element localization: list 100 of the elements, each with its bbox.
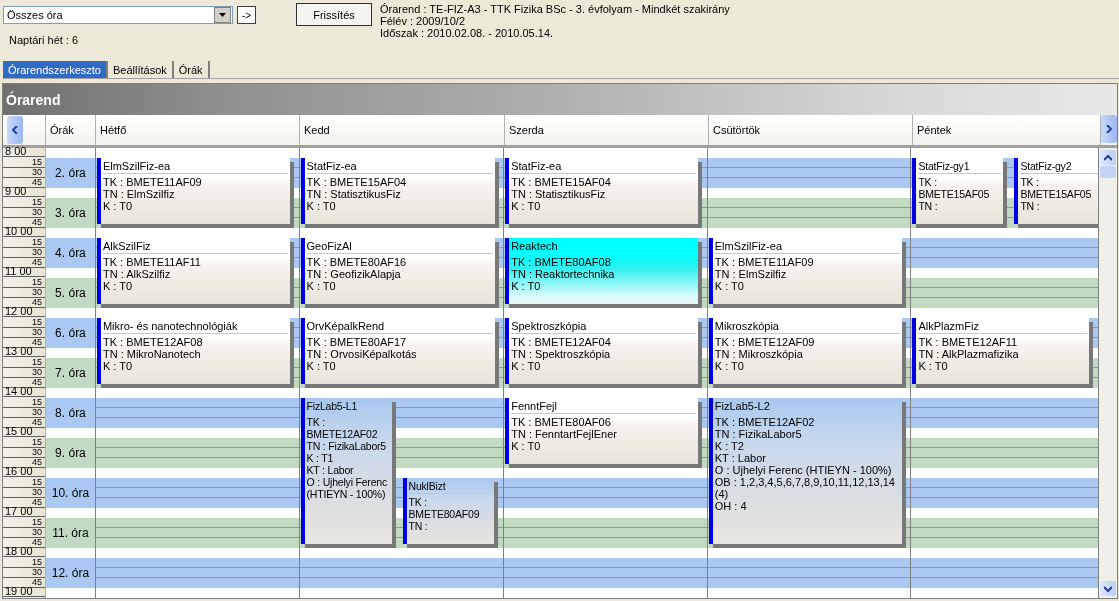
time-label: 30 (32, 528, 43, 537)
class-detail: TK : BMETE80AF06 (511, 416, 612, 428)
class-detail: K : T0 (511, 360, 542, 372)
class-detail: KT : Labor (714, 452, 767, 464)
class-detail: K : T0 (102, 200, 134, 212)
class-detail: TK : BMETE80AF16 (306, 256, 408, 268)
scrollbar-thumb[interactable] (1100, 166, 1117, 178)
time-label: 10 00 (3, 227, 45, 237)
time-label: 18 00 (3, 547, 45, 557)
class-detail: TK : BMETE11AF09 (714, 256, 815, 268)
tab[interactable]: Órarendszerkeszto (3, 61, 108, 78)
class-detail: OH : 4 (714, 500, 748, 512)
class-detail: TN : Spektroszkópia (511, 348, 612, 360)
time-label: 30 (32, 568, 43, 577)
period-cell: 3. óra (46, 198, 95, 228)
class-detail: TN : AlkPlazmafizika (918, 348, 1020, 360)
time-label: 15 (32, 238, 43, 247)
class-title: FenntFejl (511, 400, 697, 414)
time-label: 15 00 (3, 427, 45, 437)
time-label: 15 (32, 478, 43, 487)
time-label: 45 (32, 378, 43, 387)
class-detail: TN : ElmSzilfiz (102, 188, 176, 200)
time-label: 30 (32, 408, 43, 417)
class-detail: K : T1 (306, 452, 335, 464)
time-label: 15 (32, 358, 43, 367)
class-title: AlkPlazmFiz (918, 320, 1088, 334)
previous-button[interactable] (7, 116, 23, 144)
class-title: Mikro- és nanotechnológiák (102, 320, 288, 334)
chevron-up-icon (1104, 153, 1113, 162)
time-label: 15 (32, 158, 43, 167)
time-label: 30 (32, 368, 43, 377)
class-detail: TK : BMETE80AF09 (408, 496, 481, 520)
column-header: Órák (50, 124, 74, 136)
next-button[interactable] (1101, 115, 1117, 143)
class-detail: TK : BMETE11AF11 (102, 256, 202, 268)
class-detail: O : Ujhelyi Ferenc (HTIEYN - 100%) (306, 476, 388, 500)
time-label: 30 (32, 328, 43, 337)
class-detail: K : T0 (511, 200, 542, 212)
class-detail: K : T0 (102, 280, 134, 292)
class-detail: TK : BMETE12AF02 (714, 416, 816, 428)
class-detail: TK : BMETE12AF09 (714, 336, 816, 348)
class-title: NuklBizt (408, 480, 492, 494)
class-detail: K : T0 (714, 360, 745, 372)
chevron-down-icon (1104, 584, 1113, 593)
class-detail: TK : BMETE15AF04 (306, 176, 408, 188)
class-detail: TN : OrvosiKépalkotás (306, 348, 418, 360)
timetable-info: Időszak : 2010.02.08. - 2010.05.14. (380, 27, 555, 39)
class-title: ElmSzilFiz-ea (102, 160, 288, 174)
time-label: 45 (32, 578, 43, 587)
class-title: StatFiz-ea (511, 160, 697, 174)
class-detail: K : T0 (306, 360, 337, 372)
period-cell: 6. óra (46, 318, 95, 348)
class-title: FizLab5-L1 (306, 400, 390, 414)
column-header: Hétfő (100, 124, 127, 136)
class-detail: TK : BMETE80AF17 (306, 336, 408, 348)
class-detail: TN : GeofizikAlapja (306, 268, 402, 280)
go-button[interactable]: -> (237, 6, 256, 24)
time-label: 45 (32, 178, 43, 187)
time-label: 15 (32, 278, 43, 287)
period-cell: 5. óra (46, 278, 95, 308)
class-detail: TN : (1020, 200, 1041, 212)
time-label: 15 (32, 558, 43, 567)
class-detail: TN : ElmSzilfiz (714, 268, 788, 280)
week-label: Naptári hét : 6 (8, 34, 80, 46)
class-detail: TK : BMETE12AF04 (511, 336, 612, 348)
timetable-info: Órarend : TE-FIZ-A3 - TTK Fizika BSc - 3. évfolyam - Mindkét szakirány (380, 3, 730, 15)
time-label: 15 (32, 518, 43, 527)
class-detail: TN : (408, 520, 429, 532)
time-label: 8 00 (3, 147, 45, 157)
period-cell: 12. óra (46, 558, 95, 588)
class-title: Mikroszkópia (714, 320, 900, 334)
filter-dropdown[interactable]: Összes óra (3, 6, 233, 24)
time-label: 14 00 (3, 387, 45, 397)
dropdown-arrow-icon (219, 13, 226, 17)
class-title: FizLab5-L2 (714, 400, 900, 414)
class-detail: TK : BMETE80AF08 (511, 256, 612, 268)
time-label: 45 (32, 258, 43, 267)
time-label: 45 (32, 538, 43, 547)
class-title: ElmSzilFiz-ea (714, 240, 900, 254)
period-cell: 11. óra (46, 518, 95, 548)
class-detail: TK : BMETE12AF11 (918, 336, 1019, 348)
time-label: 45 (32, 298, 43, 307)
time-label: 16 00 (3, 467, 45, 477)
class-detail: TN : Reaktortechnika (511, 268, 616, 280)
class-detail: O : Ujhelyi Ferenc (HTIEYN - 100%) (714, 464, 893, 476)
class-detail: TK : BMETE12AF08 (102, 336, 204, 348)
class-detail: TN : StatisztikusFiz (511, 188, 607, 200)
class-detail: K : T0 (918, 360, 949, 372)
class-detail: TN : AlkSzilfiz (102, 268, 172, 280)
time-label: 13 00 (3, 347, 45, 357)
column-header: Csütörtök (713, 124, 761, 136)
period-cell: 2. óra (46, 158, 95, 188)
class-detail: TK : BMETE12AF02 (306, 416, 379, 440)
scroll-down-button[interactable] (1100, 581, 1117, 596)
time-label: 12 00 (3, 307, 45, 317)
scroll-up-button[interactable] (1100, 150, 1117, 165)
class-detail: K : T0 (714, 280, 745, 292)
class-detail: TN : (918, 200, 939, 212)
time-label: 30 (32, 288, 43, 297)
refresh-button[interactable]: Frissítés (296, 3, 372, 26)
